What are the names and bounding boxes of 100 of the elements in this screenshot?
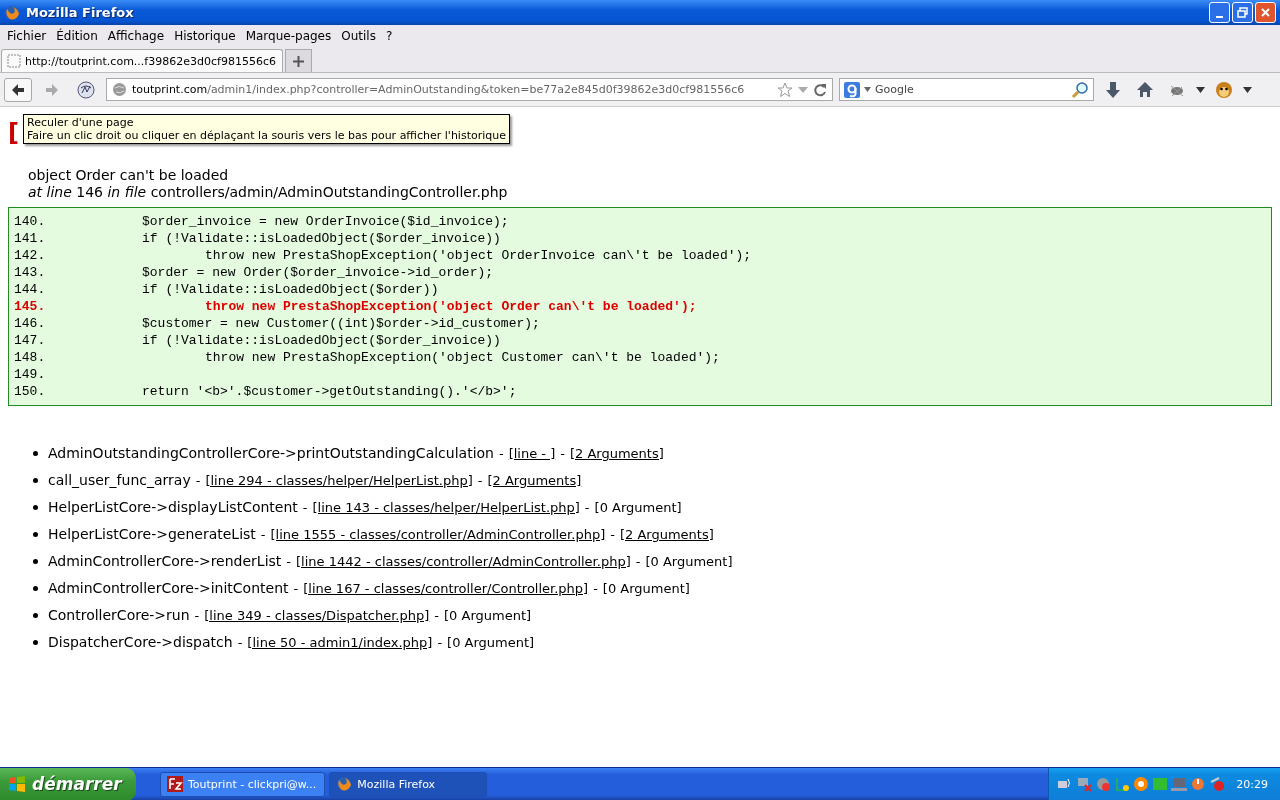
- code-line-number: 142.: [14, 247, 47, 264]
- code-line: if (!Validate::isLoadedObject($order_invoice)): [141, 230, 501, 247]
- source-link[interactable]: [line - ]: [508, 440, 556, 467]
- arguments-count: [0 Argument]: [594, 499, 682, 517]
- windows-flag-icon: [8, 775, 26, 793]
- separator-dash: -: [259, 526, 267, 544]
- firefox-icon: [4, 4, 20, 21]
- separator-dash: -: [301, 499, 309, 517]
- laptop-icon: [1171, 776, 1188, 792]
- code-line: throw new PrestaShopException('object Customer can\'t be loaded');: [204, 349, 720, 366]
- star-icon[interactable]: [777, 81, 793, 98]
- search-icon[interactable]: [1071, 80, 1089, 99]
- error-heading: [: [8, 119, 19, 147]
- back-button[interactable]: [4, 77, 32, 102]
- separator-dash: -: [433, 607, 441, 625]
- separator-dash: -: [194, 472, 202, 490]
- source-link[interactable]: [line 1442 - classes/controller/AdminController.php]: [296, 548, 631, 575]
- start-button[interactable]: démarrer: [0, 767, 136, 800]
- menu-item[interactable]: Outils: [336, 29, 381, 43]
- forward-arrow-icon: [45, 83, 59, 96]
- dropdown-triangle-icon[interactable]: [1243, 86, 1252, 93]
- url-path: /admin1/index.php?controller=AdminOutstanding&token=be77a2e845d0f39862e3d0cf981556c6: [207, 83, 745, 96]
- browser-tab[interactable]: http://toutprint.com...f39862e3d0cf981556c6: [1, 49, 283, 72]
- separator-dash: -: [609, 526, 616, 544]
- close-button[interactable]: [1255, 2, 1276, 23]
- taskbar-button[interactable]: Toutprint - clickpri@w...: [160, 771, 326, 797]
- stack-call: call_user_func_array: [48, 471, 191, 490]
- taskbar-button[interactable]: Mozilla Firefox: [329, 771, 488, 797]
- location-label: at line: [28, 184, 72, 200]
- separator-dash: -: [559, 445, 566, 463]
- tooltip-text: Faire un clic droit ou cliquer en déplaçant la souris vers le bas pour afficher l'historique: [27, 129, 506, 142]
- restore-button[interactable]: [1232, 2, 1253, 23]
- stack-call: HelperListCore->generateList: [48, 525, 256, 544]
- download-arrow-icon[interactable]: [1104, 80, 1122, 99]
- status-ring-icon: [1133, 776, 1150, 792]
- menu-item[interactable]: Affichage: [102, 29, 170, 43]
- code-line-number: 149.: [14, 366, 47, 383]
- minimize-button[interactable]: [1209, 2, 1230, 23]
- code-line: return '<b>'.$customer->getOutstanding().'</b>';: [141, 383, 517, 400]
- separator-dash: -: [583, 499, 591, 517]
- code-line: if (!Validate::isLoadedObject($order_invoice)): [141, 332, 501, 349]
- bullet-icon: [33, 532, 38, 537]
- bullet-icon: [33, 559, 38, 564]
- source-link[interactable]: [line 294 - classes/helper/HelperList.php]: [205, 467, 473, 494]
- code-line-number: 148.: [14, 349, 47, 366]
- blank-page-icon: [7, 54, 21, 68]
- stack-call: AdminControllerCore->renderList: [48, 552, 282, 571]
- search-field[interactable]: Google: [839, 78, 1094, 101]
- arguments-count: [0 Argument]: [447, 634, 535, 652]
- bullet-icon: [33, 640, 38, 645]
- tooltip-title: Reculer d'une page: [27, 116, 135, 129]
- source-link[interactable]: [line 50 - admin1/index.php]: [247, 629, 433, 656]
- arguments-count: [0 Argument]: [645, 553, 733, 571]
- source-link[interactable]: [line 143 - classes/helper/HelperList.php]: [312, 494, 580, 521]
- search-engine-icon: [844, 81, 860, 98]
- menu-item[interactable]: Historique: [169, 29, 241, 43]
- ftp-app-icon: [167, 776, 183, 792]
- arguments-count: [0 Argument]: [444, 607, 532, 625]
- menu-item[interactable]: Marque-pages: [240, 29, 337, 43]
- plus-icon: [292, 55, 304, 67]
- monkey-face-icon[interactable]: [1215, 80, 1233, 99]
- arguments-link[interactable]: [2 Arguments]: [487, 467, 582, 494]
- power-icon: [1190, 776, 1207, 792]
- bullet-icon: [33, 478, 38, 483]
- stack-call: HelperListCore->displayListContent: [48, 498, 298, 517]
- separator-dash: -: [498, 445, 505, 463]
- code-line-number: 144.: [14, 281, 47, 298]
- dropdown-triangle-icon[interactable]: [1196, 86, 1205, 93]
- code-line-number: 140.: [14, 213, 47, 230]
- code-line-number: 146.: [14, 315, 47, 332]
- source-link[interactable]: [line 1555 - classes/controller/AdminController.php]: [270, 521, 606, 548]
- source-link[interactable]: [line 349 - classes/Dispatcher.php]: [204, 602, 430, 629]
- network-disconnected-icon: [1076, 776, 1093, 792]
- stack-call: ControllerCore->run: [48, 606, 190, 625]
- menu-item[interactable]: ?: [380, 29, 398, 43]
- menu-item[interactable]: Édition: [51, 29, 103, 43]
- address-bar[interactable]: toutprint.com/admin1/index.php?controller=AdminOutstanding&token=be77a2e845d0f39862e3d0cf981556c6: [106, 78, 833, 101]
- minimize-icon: [1216, 16, 1223, 18]
- separator-dash: -: [436, 634, 444, 652]
- code-line: $customer = new Customer((int)$order->id_customer);: [141, 315, 540, 332]
- stack-call: AdminControllerCore->initContent: [48, 579, 289, 598]
- lan-icon: [1152, 776, 1169, 792]
- file-path: controllers/admin/AdminOutstandingController.php: [150, 184, 508, 200]
- source-link[interactable]: [line 167 - classes/controller/Controller.php]: [303, 575, 589, 602]
- separator-dash: -: [193, 607, 201, 625]
- separator-dash: -: [285, 553, 293, 571]
- location-label: in file: [107, 184, 147, 200]
- arguments-link[interactable]: [2 Arguments]: [619, 521, 714, 548]
- error-badge-icon: [1209, 776, 1226, 792]
- bullet-icon: [33, 586, 38, 591]
- code-line-number: 150.: [14, 383, 47, 400]
- code-line: throw new PrestaShopException('object OrderInvoice can\'t be loaded');: [204, 247, 752, 264]
- new-tab-button[interactable]: [284, 49, 312, 72]
- arguments-link[interactable]: [2 Arguments]: [569, 440, 664, 467]
- separator-dash: -: [592, 580, 599, 598]
- menu-item[interactable]: Fichier: [2, 29, 52, 43]
- stack-call: AdminOutstandingControllerCore->printOutstandingCalculation: [48, 444, 494, 463]
- code-line: if (!Validate::isLoadedObject($order)): [141, 281, 439, 298]
- home-icon[interactable]: [1136, 80, 1154, 99]
- reload-icon[interactable]: [813, 82, 827, 97]
